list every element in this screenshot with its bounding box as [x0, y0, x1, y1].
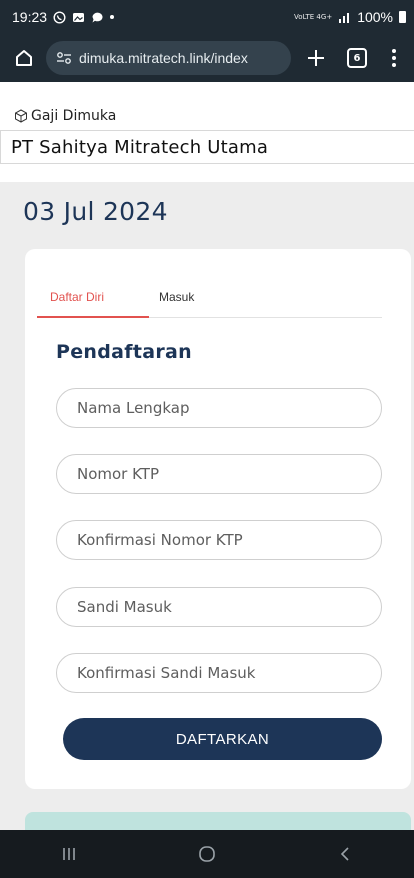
recent-apps-button[interactable]: [39, 834, 99, 874]
browser-chrome: 19:23 VoLTE 4G+ 100% dimuka.mitratech.li…: [0, 0, 414, 82]
form-title: Pendaftaran: [56, 341, 192, 363]
address-bar[interactable]: dimuka.mitratech.link/index: [46, 41, 291, 75]
signal-icon: [338, 11, 351, 24]
ktp-confirm-input[interactable]: [56, 520, 382, 560]
tab-daftar-diri[interactable]: Daftar Diri: [37, 290, 149, 318]
chat-icon: [91, 11, 104, 24]
browser-menu-button[interactable]: [383, 44, 405, 72]
battery-percent: 100%: [357, 9, 393, 25]
app-brand: Gaji Dimuka: [14, 108, 116, 124]
system-nav-bar: [0, 830, 414, 878]
company-name: PT Sahitya Mitratech Utama: [0, 130, 414, 164]
home-button[interactable]: [10, 44, 38, 72]
cube-icon: [15, 109, 27, 123]
network-indicator: VoLTE 4G+: [294, 12, 333, 21]
recent-apps-icon: [63, 848, 75, 860]
home-nav-button[interactable]: [177, 834, 237, 874]
registration-card: [25, 249, 411, 789]
battery-icon: [399, 11, 406, 23]
password-confirm-input[interactable]: [56, 653, 382, 693]
password-input[interactable]: [56, 587, 382, 627]
home-circle-icon: [199, 846, 215, 862]
register-button[interactable]: DAFTARKAN: [63, 718, 382, 760]
whatsapp-icon: [53, 10, 66, 24]
back-nav-button[interactable]: [315, 834, 375, 874]
notification-dot-icon: [110, 15, 115, 19]
plus-icon: [308, 50, 324, 66]
current-date: 03 Jul 2024: [23, 197, 168, 226]
app-name: Gaji Dimuka: [31, 108, 117, 124]
page-header: Gaji Dimuka PT Sahitya Mitratech Utama: [0, 82, 414, 182]
tab-switcher-button[interactable]: 6: [347, 48, 367, 68]
url-text: dimuka.mitratech.link/index: [79, 50, 248, 66]
form-tabs: Daftar Diri Masuk: [37, 290, 382, 318]
home-icon: [16, 50, 32, 66]
site-settings-icon: [57, 52, 71, 64]
tab-masuk[interactable]: Masuk: [159, 290, 194, 318]
back-icon: [340, 847, 349, 861]
gallery-icon: [72, 11, 85, 24]
status-bar: 19:23 VoLTE 4G+ 100%: [0, 0, 414, 34]
ktp-number-input[interactable]: [56, 454, 382, 494]
full-name-input[interactable]: [56, 388, 382, 428]
status-time: 19:23: [12, 9, 48, 25]
new-tab-button[interactable]: [299, 41, 333, 75]
